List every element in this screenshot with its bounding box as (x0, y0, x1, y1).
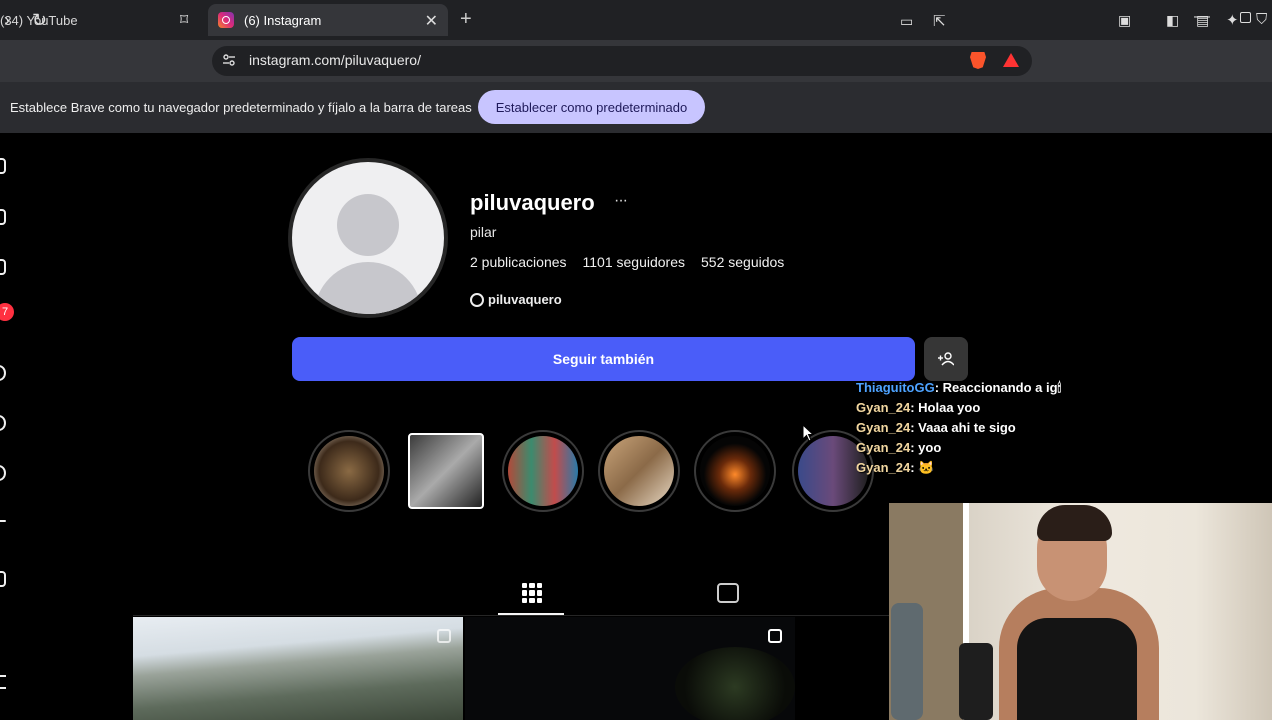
instagram-icon (218, 12, 234, 28)
grid-icon[interactable] (522, 583, 542, 603)
suggested-users-button[interactable] (924, 337, 968, 381)
site-settings-icon[interactable] (222, 53, 236, 67)
sidebar-icon[interactable]: ◧ (1166, 12, 1179, 29)
webcam-person-shirt (1017, 618, 1137, 720)
chat-username: Gyan_24 (856, 440, 911, 455)
explore-icon[interactable] (0, 415, 6, 431)
chat-username: Gyan_24 (856, 460, 911, 475)
follow-back-button[interactable]: Seguir también (292, 337, 915, 381)
webcam-bottle (891, 603, 923, 720)
posts-count: 2 publicaciones (470, 254, 567, 270)
profile-username: piluvaquero (470, 190, 595, 215)
chat-text: Holaa yoo (918, 400, 981, 415)
webcam-overlay (889, 503, 1272, 720)
menu-icon[interactable] (0, 675, 6, 689)
chat-text: Vaaa ahi te sigo (918, 420, 1016, 435)
avatar[interactable] (292, 162, 444, 314)
threads-link[interactable]: piluvaquero (470, 292, 562, 307)
new-tab-button[interactable]: + (460, 8, 472, 31)
create-icon[interactable] (0, 520, 6, 522)
instagram-logo-icon[interactable] (0, 158, 6, 174)
bookmark-icon[interactable]: ⌑ (180, 10, 188, 30)
notifications-badge[interactable]: 7 (0, 303, 14, 321)
share-icon[interactable]: ⇱ (933, 12, 946, 30)
avatar-placeholder-body (314, 262, 422, 314)
webcam-microphone (959, 643, 993, 720)
chat-message: Gyan_24: yoo (856, 440, 942, 455)
highlight-thumbnail (508, 436, 578, 506)
more-options-icon[interactable]: ··· (614, 192, 628, 210)
highlight-thumbnail (314, 436, 384, 506)
set-default-button[interactable]: Establecer como predeterminado (478, 90, 705, 124)
threads-handle: piluvaquero (488, 292, 562, 307)
profile-full-name: pilar (470, 224, 497, 240)
story-highlight[interactable] (598, 430, 680, 512)
story-highlight[interactable] (502, 430, 584, 512)
highlight-thumbnail (604, 436, 674, 506)
infobar-text: Establece Brave como tu navegador predet… (10, 100, 472, 115)
chat-message: Gyan_24: 🐱 (856, 460, 935, 475)
story-highlight-selected[interactable] (408, 433, 484, 509)
chat-text: 🐱 (918, 460, 935, 475)
webcam-person-hair (1037, 505, 1112, 541)
carousel-icon (437, 629, 451, 643)
chat-message: Gyan_24: Holaa yoo (856, 400, 981, 415)
extensions-icon[interactable]: ▣ (1118, 12, 1131, 29)
carousel-icon (768, 629, 782, 643)
tab-youtube[interactable]: (34) YouTube (0, 4, 200, 36)
post-thumbnail[interactable] (133, 617, 463, 720)
leo-ai-icon[interactable]: ✦ (1226, 11, 1239, 29)
cast-icon[interactable]: ▭ (900, 13, 913, 30)
stream-chat: ThiaguitoGG: Reaccionando a ig🕯 Gyan_24:… (856, 378, 1061, 478)
story-highlight[interactable] (308, 430, 390, 512)
followers-count[interactable]: 1101 seguidores (583, 254, 685, 270)
chat-username: Gyan_24 (856, 420, 911, 435)
chat-text: Reaccionando a ig🕯 (942, 380, 1062, 395)
url-text[interactable]: instagram.com/piluvaquero/ (249, 52, 421, 68)
chat-message: Gyan_24: Vaaa ahi te sigo (856, 420, 1016, 435)
tab-instagram-label: (6) Instagram (244, 12, 322, 28)
chat-text: yoo (918, 440, 942, 455)
chat-username: ThiaguitoGG (856, 380, 935, 395)
home-icon[interactable] (0, 209, 6, 225)
messages-icon[interactable] (0, 465, 6, 481)
search-icon[interactable] (0, 365, 6, 381)
profile-stats: 2 publicaciones 1101 seguidores 552 segu… (470, 254, 784, 270)
avatar-placeholder-head (337, 194, 399, 256)
chat-username: Gyan_24 (856, 400, 911, 415)
reels-icon[interactable] (0, 259, 6, 275)
wallet-icon[interactable]: ▤ (1196, 12, 1209, 29)
chat-message: ThiaguitoGG: Reaccionando a ig🕯 (856, 380, 1062, 395)
post-thumbnail[interactable] (465, 617, 795, 720)
tab-instagram[interactable]: (6) Instagram ✕ (208, 4, 448, 36)
restore-icon[interactable] (1240, 12, 1251, 23)
tagged-icon[interactable] (717, 583, 739, 603)
highlight-thumbnail (700, 436, 770, 506)
threads-icon (470, 292, 484, 307)
brave-rewards-icon[interactable] (1003, 53, 1019, 67)
active-tab-indicator (498, 613, 564, 615)
tree-shape (675, 647, 795, 720)
story-highlight[interactable] (694, 430, 776, 512)
close-icon[interactable]: ✕ (425, 11, 438, 31)
profile-nav-icon[interactable] (0, 571, 6, 587)
add-person-icon (938, 352, 954, 366)
forward-icon[interactable]: › (4, 10, 10, 31)
reload-icon[interactable]: ↻ (32, 10, 47, 31)
mouse-cursor-icon (802, 424, 814, 442)
vpn-icon[interactable]: ⛉ (1256, 11, 1267, 28)
following-count[interactable]: 552 seguidos (701, 254, 784, 270)
